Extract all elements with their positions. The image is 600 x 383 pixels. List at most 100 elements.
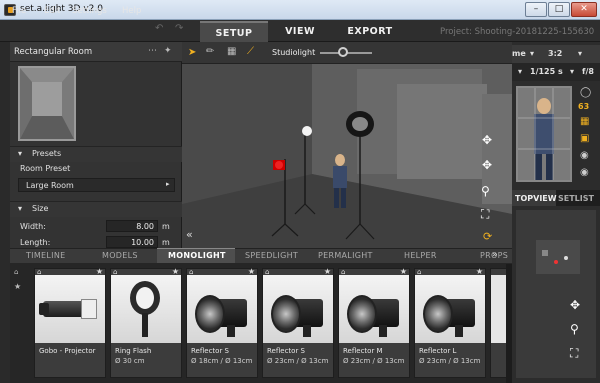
cards-scrollbar[interactable]	[506, 264, 512, 383]
tab-models[interactable]: MODELS	[102, 251, 138, 260]
card-dimensions: Ø 18cm / Ø 13cm	[191, 357, 253, 365]
width-field[interactable]: 8.00	[106, 220, 158, 232]
zoom-view-icon[interactable]: ⚲	[481, 184, 490, 198]
room-title: Rectangular Room	[14, 47, 93, 57]
tab-view[interactable]: VIEW	[268, 21, 332, 42]
collapse-panel-icon[interactable]: «	[186, 228, 193, 241]
card-name: Reflector S	[191, 347, 229, 355]
library-card-ring-flash[interactable]: ⌂ ★ Ring Flash Ø 30 cm	[110, 267, 182, 378]
tab-setup[interactable]: SETUP	[200, 21, 268, 42]
collapse-presets-icon[interactable]: ▾	[18, 149, 22, 158]
exposure-badge: 63	[578, 102, 590, 111]
card-name: Reflector L	[419, 347, 457, 355]
menu-settings[interactable]: Settings	[72, 6, 107, 16]
card-dimensions: Ø 30 cm	[115, 357, 145, 365]
room-preview-image	[20, 68, 74, 139]
card-dimensions: Ø 23cm / Ø 13cm	[267, 357, 329, 365]
scroll-tabs-icon[interactable]: »	[492, 250, 498, 260]
tab-setlist[interactable]: SETLIST	[558, 194, 594, 203]
menu-help[interactable]: Help	[122, 6, 141, 16]
tab-topview[interactable]: TOPVIEW	[515, 194, 557, 203]
pin-icon[interactable]: ✦	[164, 46, 172, 56]
eye-icon[interactable]: ◉	[580, 167, 589, 178]
library-card-reflector-s[interactable]: ⌂ ★ Reflector S Ø 18cm / Ø 13cm	[186, 267, 258, 378]
line-tool-icon[interactable]: ⟋	[247, 46, 254, 57]
room-preset-value: Large Room	[26, 181, 74, 190]
tab-helper[interactable]: HELPER	[404, 251, 437, 260]
close-button[interactable]: ✕	[571, 2, 597, 17]
camera-icon[interactable]: ◉	[580, 150, 589, 161]
focus-circle-icon[interactable]: ◯	[580, 87, 591, 98]
undo-icon[interactable]: ↶	[155, 23, 163, 34]
reset-view-icon[interactable]: ⟳	[483, 230, 492, 243]
fit-view-icon[interactable]: ⛶	[481, 207, 489, 222]
app-window: set.a.light 3D v2.0 – □ ✕ File Edit Sett…	[0, 0, 600, 383]
presets-title: Presets	[32, 149, 62, 158]
ratio-dropdown-icon[interactable]: ▾	[530, 49, 534, 58]
reflector-image	[263, 275, 333, 343]
shutter-speed[interactable]: 1/125 s	[530, 67, 563, 76]
pan-view-icon[interactable]: ✥	[482, 158, 492, 172]
card-name: Gobo - Projector	[39, 347, 96, 355]
redo-icon[interactable]: ↷	[175, 23, 183, 34]
tab-speedlight[interactable]: SPEEDLIGHT	[245, 251, 298, 260]
card-name: Reflector S	[267, 347, 305, 355]
card-name: Ring Flash	[115, 347, 152, 355]
camera-preview[interactable]	[516, 86, 572, 182]
tab-export[interactable]: EXPORT	[332, 21, 408, 42]
topview-fit-icon[interactable]: ⛶	[570, 346, 578, 361]
select-cursor-icon[interactable]: ➤	[188, 47, 196, 58]
room-preset-label: Room Preset	[20, 164, 71, 173]
measure-icon[interactable]: ✏	[206, 46, 214, 57]
topview-pan-icon[interactable]: ✥	[570, 298, 580, 312]
preview-image	[518, 88, 570, 180]
minimize-button[interactable]: –	[525, 2, 547, 17]
settings-dots-icon[interactable]: ⋯	[148, 46, 157, 56]
library-card-reflector-m[interactable]: ⌂ ★ Reflector M Ø 23cm / Ø 13cm	[338, 267, 410, 378]
topview-zoom-icon[interactable]: ⚲	[570, 322, 579, 336]
gobo-image	[35, 275, 105, 343]
reflector-image	[187, 275, 257, 343]
aperture-value[interactable]: f/8	[582, 67, 594, 76]
3d-viewport[interactable]	[182, 64, 512, 248]
menu-file[interactable]: File	[12, 6, 26, 16]
project-name: Project: Shooting-20181225-155630	[440, 27, 595, 37]
topview-panel[interactable]	[516, 210, 596, 378]
collapse-size-icon[interactable]: ▾	[18, 204, 22, 213]
width-unit: m	[162, 222, 170, 231]
studio-scene	[182, 64, 512, 248]
home-filter-icon[interactable]: ⌂	[14, 268, 18, 276]
library-card-reflector-l[interactable]: ⌂ ★ Reflector L Ø 23cm / Ø 13cm	[414, 267, 486, 378]
card-dimensions: Ø 23cm / Ø 13cm	[419, 357, 481, 365]
frame-icon[interactable]: ▣	[580, 133, 589, 144]
lens-label: me	[512, 49, 526, 58]
library-card-gobo[interactable]: ⌂ ★ Gobo - Projector	[34, 267, 106, 378]
tab-permalight[interactable]: PERMALIGHT	[318, 251, 373, 260]
ring-flash-image	[111, 275, 181, 343]
grid-icon[interactable]: ▦	[227, 46, 236, 57]
ratio-arrow-icon[interactable]: ▾	[578, 49, 582, 58]
maximize-button[interactable]: □	[548, 2, 570, 17]
length-unit: m	[162, 238, 170, 247]
tab-timeline[interactable]: TIMELINE	[26, 251, 65, 260]
room-thumbnail[interactable]	[18, 66, 76, 141]
grid-overlay-icon[interactable]: ▦	[580, 116, 589, 127]
dropdown-arrow-icon: ▸	[166, 180, 170, 188]
topview-map	[536, 240, 580, 274]
rotate-view-icon[interactable]: ✥	[482, 133, 492, 147]
aperture-arrow-icon[interactable]: ▾	[570, 67, 574, 76]
length-label: Length:	[20, 238, 51, 247]
library-card-reflector-s-2[interactable]: ⌂ ★ Reflector S Ø 23cm / Ø 13cm	[262, 267, 334, 378]
card-dimensions: Ø 23cm / Ø 13cm	[343, 357, 405, 365]
aspect-ratio[interactable]: 3:2	[548, 49, 562, 58]
length-field[interactable]: 10.00	[106, 236, 158, 248]
reflector-image	[415, 275, 485, 343]
card-name: Reflector M	[343, 347, 383, 355]
tab-monolight[interactable]: MONOLIGHT	[168, 251, 226, 260]
reflector-image	[339, 275, 409, 343]
left-edge-strip	[0, 42, 10, 383]
width-label: Width:	[20, 222, 46, 231]
menu-edit[interactable]: Edit	[44, 6, 60, 16]
favorites-filter-icon[interactable]: ★	[14, 282, 21, 291]
shutter-arrow-icon[interactable]: ▾	[518, 67, 522, 76]
